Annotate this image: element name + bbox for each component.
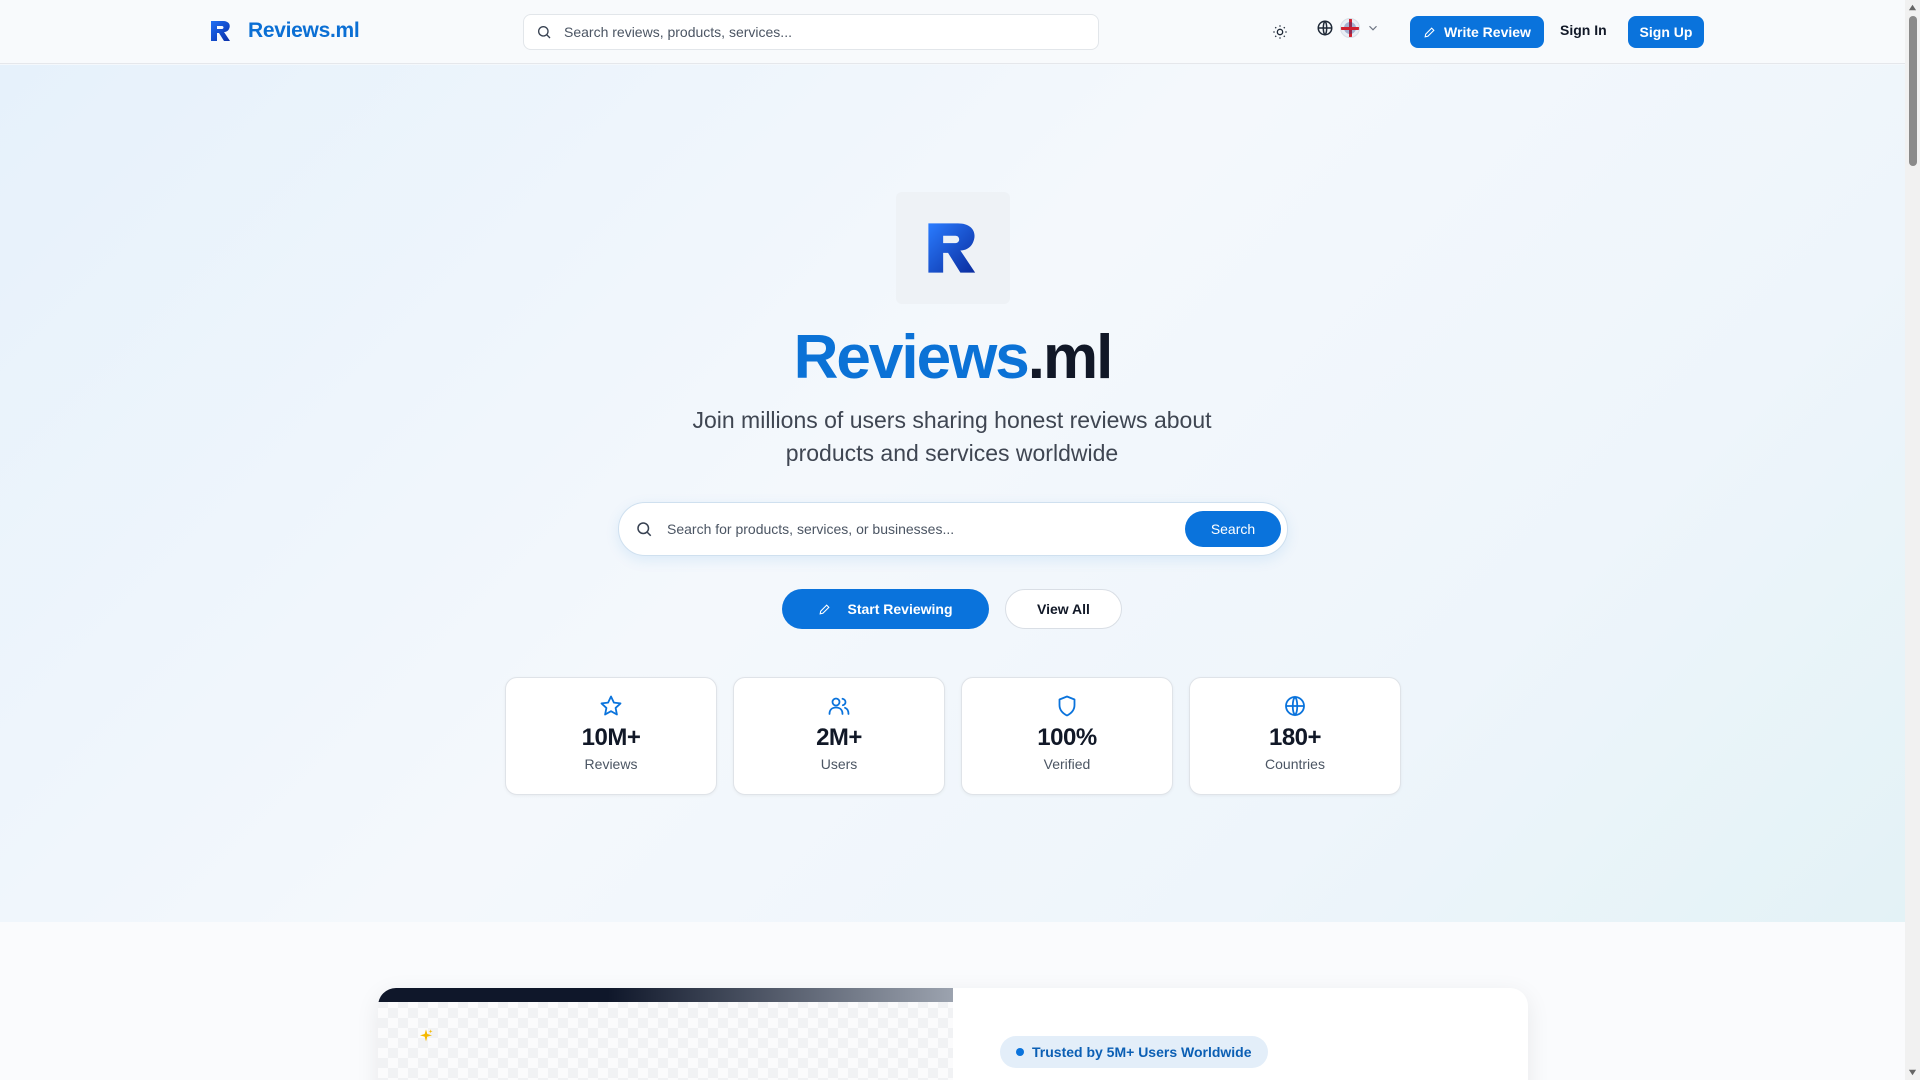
- featured-section: Trusted by 5M+ Users Worldwide: [0, 922, 1905, 1080]
- page-scrollbar[interactable]: [1905, 0, 1920, 1080]
- header-search-box: [523, 14, 1099, 50]
- language-selector[interactable]: [1316, 18, 1380, 38]
- globe-icon: [1285, 695, 1305, 717]
- stat-label: Countries: [1265, 756, 1325, 772]
- theme-toggle-button[interactable]: [1268, 20, 1292, 44]
- stat-label: Verified: [1043, 756, 1091, 772]
- globe-icon: [1317, 20, 1333, 36]
- hero-title-tld: .ml: [1027, 323, 1114, 392]
- write-review-button[interactable]: Write Review: [1410, 16, 1544, 48]
- uk-flag-icon: [1340, 18, 1360, 38]
- start-reviewing-button[interactable]: Start Reviewing: [782, 589, 989, 629]
- feature-image-area: [378, 988, 953, 1080]
- hero-search-button[interactable]: Search: [1185, 511, 1281, 547]
- hero-subtitle: Join millions of users sharing honest re…: [692, 407, 1212, 466]
- header-search-input[interactable]: [564, 24, 1098, 40]
- sign-up-button[interactable]: Sign Up: [1628, 16, 1704, 48]
- scroll-up-arrow-icon[interactable]: [1908, 3, 1917, 12]
- pencil-icon: [819, 603, 831, 615]
- stat-card-reviews: 10M+ Reviews: [505, 677, 717, 795]
- hero-section: Reviews.ml Join millions of users sharin…: [0, 65, 1905, 922]
- brand-home-link[interactable]: Reviews.ml: [208, 18, 360, 44]
- search-icon: [637, 522, 652, 537]
- top-navbar: Reviews.ml Write Review Sign In: [0, 0, 1905, 64]
- search-icon: [538, 26, 551, 39]
- hero-title: Reviews.ml: [0, 322, 1905, 393]
- hero-title-brand: Reviews: [793, 323, 1030, 392]
- sparkles-icon: [420, 1029, 433, 1042]
- brand-name: Reviews.ml: [248, 19, 360, 42]
- stat-value: 180+: [1268, 724, 1322, 751]
- brand-logo-icon: [928, 223, 976, 273]
- users-icon: [828, 697, 850, 715]
- sign-in-link[interactable]: Sign In: [1560, 22, 1607, 38]
- stat-card-users: 2M+ Users: [733, 677, 945, 795]
- stat-label: Reviews: [584, 756, 638, 772]
- trusted-badge-text: Trusted by 5M+ Users Worldwide: [1032, 1044, 1252, 1060]
- stat-card-verified: 100% Verified: [961, 677, 1173, 795]
- chevron-down-icon: [1369, 25, 1377, 31]
- hero-logo: [896, 192, 1010, 304]
- brand-logo-icon: [211, 21, 230, 41]
- feature-image-topbar: [378, 988, 953, 1002]
- view-all-button[interactable]: View All: [1005, 589, 1122, 629]
- stat-label: Users: [820, 756, 858, 772]
- star-icon: [600, 695, 622, 716]
- sun-icon: [1273, 25, 1287, 39]
- badge-dot: [1016, 1048, 1024, 1056]
- stat-card-countries: 180+ Countries: [1189, 677, 1401, 795]
- stat-value: 100%: [1037, 724, 1097, 751]
- hero-search-box: Search: [618, 502, 1288, 556]
- stats-row: 10M+ Reviews 2M+ Users 100% Verified 180…: [505, 677, 1401, 795]
- stat-value: 10M+: [581, 724, 641, 751]
- pencil-icon: [1424, 26, 1435, 38]
- write-review-label: Write Review: [1444, 24, 1531, 40]
- scroll-down-arrow-icon[interactable]: [1908, 1068, 1917, 1077]
- stat-value: 2M+: [816, 724, 862, 751]
- trusted-badge: Trusted by 5M+ Users Worldwide: [1000, 1036, 1268, 1068]
- start-reviewing-label: Start Reviewing: [847, 601, 953, 617]
- feature-card: Trusted by 5M+ Users Worldwide: [378, 988, 1528, 1080]
- scrollbar-thumb[interactable]: [1909, 16, 1917, 166]
- shield-icon: [1058, 695, 1076, 717]
- hero-search-input[interactable]: [667, 521, 1171, 537]
